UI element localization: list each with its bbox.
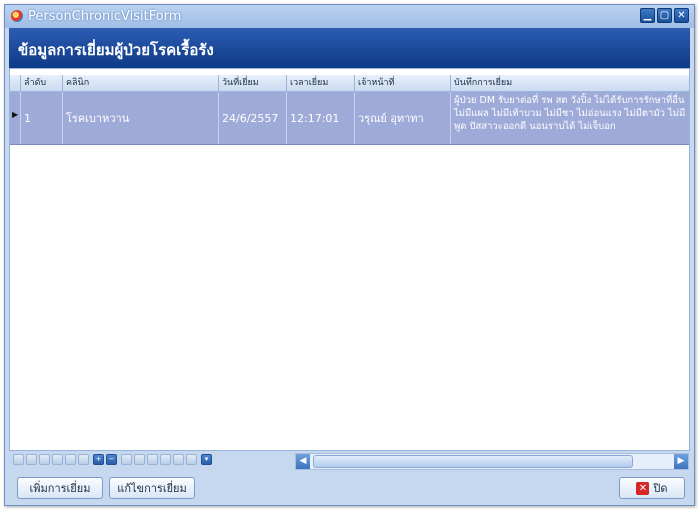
close-icon: ✕ <box>636 481 650 495</box>
close-button[interactable]: ✕ ปิด <box>619 477 685 499</box>
first-record-icon[interactable] <box>13 454 24 465</box>
cell-staff[interactable]: วรุณย์ อุทาทา <box>354 92 450 144</box>
refresh-icon[interactable] <box>160 454 171 465</box>
next-page-icon[interactable] <box>65 454 76 465</box>
cell-time[interactable]: 12:17:01 <box>286 92 354 144</box>
cell-clinic[interactable]: โรคเบาหวาน <box>62 92 218 144</box>
edit-record-icon[interactable] <box>121 454 132 465</box>
window-title: PersonChronicVisitForm <box>28 9 182 24</box>
table-row[interactable]: ▶ 1 โรคเบาหวาน 24/6/2557 12:17:01 วรุณย์… <box>10 92 689 145</box>
column-header-order[interactable]: ลำดับ <box>20 75 62 91</box>
minimize-button[interactable]: ▁ <box>640 8 655 23</box>
column-header-note[interactable]: บันทึกการเยี่ยม <box>450 75 689 91</box>
add-record-icon[interactable]: + <box>93 454 104 465</box>
close-button-label: ปิด <box>653 482 668 495</box>
scroll-right-icon[interactable]: ▶ <box>674 454 688 469</box>
prev-record-icon[interactable] <box>39 454 50 465</box>
column-header-clinic[interactable]: คลินิก <box>62 75 218 91</box>
cell-date[interactable]: 24/6/2557 <box>218 92 286 144</box>
app-icon <box>11 10 23 22</box>
grid-header: ลำดับ คลินิก วันที่เยี่ยม เวลาเยี่ยม เจ้… <box>10 75 689 92</box>
form-window: PersonChronicVisitForm ▁ ▢ ✕ ข้อมูลการเย… <box>4 4 695 506</box>
next-record-icon[interactable] <box>52 454 63 465</box>
horizontal-scrollbar[interactable]: ◀ ▶ <box>295 453 689 470</box>
prev-page-icon[interactable] <box>26 454 37 465</box>
title-bar[interactable]: PersonChronicVisitForm ▁ ▢ ✕ <box>5 5 694 28</box>
scroll-left-icon[interactable]: ◀ <box>296 454 310 469</box>
column-header-staff[interactable]: เจ้าหน้าที่ <box>354 75 450 91</box>
apply-changes-icon[interactable] <box>134 454 145 465</box>
data-navigator: + − ▾ ◀ ▶ <box>9 451 690 471</box>
visit-grid[interactable]: ลำดับ คลินิก วันที่เยี่ยม เวลาเยี่ยม เจ้… <box>9 68 690 451</box>
delete-record-icon[interactable]: − <box>106 454 117 465</box>
form-header: ข้อมูลการเยี่ยมผู้ป่วยโรคเรื้อรัง <box>9 28 690 68</box>
filter-icon[interactable]: ▾ <box>201 454 212 465</box>
maximize-button[interactable]: ▢ <box>657 8 672 23</box>
scroll-thumb[interactable] <box>313 455 633 468</box>
goto-bookmark-icon[interactable] <box>186 454 197 465</box>
cell-order[interactable]: 1 <box>20 92 62 144</box>
bookmark-icon[interactable] <box>173 454 184 465</box>
cancel-changes-icon[interactable] <box>147 454 158 465</box>
close-window-button[interactable]: ✕ <box>674 8 689 23</box>
footer-bar: เพิ่มการเยี่ยม แก้ไขการเยี่ยม ✕ ปิด <box>9 471 690 505</box>
add-visit-button[interactable]: เพิ่มการเยี่ยม <box>17 477 103 499</box>
last-record-icon[interactable] <box>78 454 89 465</box>
column-header-date[interactable]: วันที่เยี่ยม <box>218 75 286 91</box>
page-title: ข้อมูลการเยี่ยมผู้ป่วยโรคเรื้อรัง <box>18 41 214 59</box>
column-header-time[interactable]: เวลาเยี่ยม <box>286 75 354 91</box>
row-indicator-icon: ▶ <box>12 110 19 119</box>
cell-note[interactable]: ผู้ป่วย DM รับยาต่อที่ รพ สต วังปิ้ง ไม่… <box>450 92 689 144</box>
edit-visit-button[interactable]: แก้ไขการเยี่ยม <box>109 477 195 499</box>
